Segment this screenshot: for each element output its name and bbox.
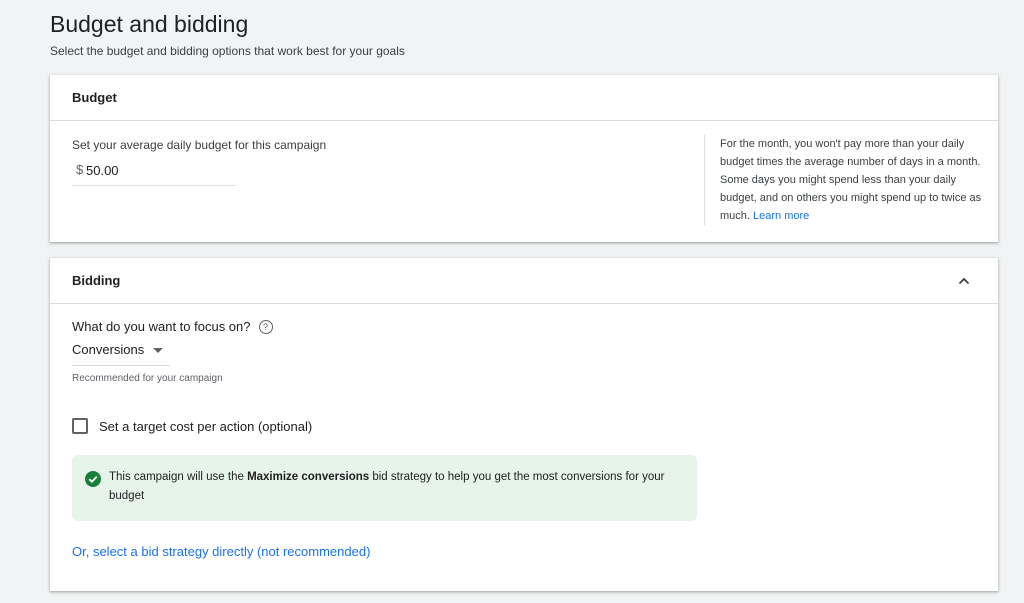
dropdown-arrow-icon: [153, 348, 163, 353]
target-cpa-checkbox[interactable]: [72, 418, 88, 434]
daily-budget-input[interactable]: [86, 159, 226, 181]
bidding-card: Bidding What do you want to focus on? ? …: [50, 258, 998, 591]
budget-note: For the month, you won't pay more than y…: [704, 135, 990, 225]
info-strategy-name: Maximize conversions: [247, 471, 370, 483]
page-subtitle: Select the budget and bidding options th…: [50, 44, 405, 58]
info-prefix: This campaign will use the: [109, 471, 248, 483]
bidding-card-header[interactable]: Bidding: [50, 258, 998, 304]
budget-card-header: Budget: [50, 75, 998, 121]
page-title: Budget and bidding: [50, 11, 249, 37]
check-circle-icon: [85, 471, 101, 487]
focus-dropdown-value: Conversions: [72, 342, 145, 357]
budget-card: Budget Set your average daily budget for…: [50, 75, 998, 242]
chevron-up-icon[interactable]: [954, 271, 974, 291]
focus-dropdown[interactable]: Conversions: [72, 341, 170, 366]
recommended-note: Recommended for your campaign: [72, 373, 223, 384]
select-bid-strategy-link[interactable]: Or, select a bid strategy directly (not …: [72, 544, 370, 559]
target-cpa-row[interactable]: Set a target cost per action (optional): [72, 417, 312, 435]
budget-card-title: Budget: [72, 90, 117, 105]
focus-question: What do you want to focus on? ?: [72, 319, 273, 334]
daily-budget-label: Set your average daily budget for this c…: [72, 138, 327, 152]
bid-strategy-info-box: This campaign will use the Maximize conv…: [72, 455, 697, 521]
currency-symbol: $: [76, 162, 84, 177]
bidding-card-title: Bidding: [72, 273, 121, 288]
bid-strategy-info-text: This campaign will use the Maximize conv…: [109, 468, 689, 506]
help-icon[interactable]: ?: [258, 319, 273, 334]
focus-question-label: What do you want to focus on?: [72, 319, 251, 334]
learn-more-link[interactable]: Learn more: [753, 210, 809, 222]
target-cpa-label[interactable]: Set a target cost per action (optional): [99, 419, 312, 434]
daily-budget-field: $: [72, 159, 236, 186]
